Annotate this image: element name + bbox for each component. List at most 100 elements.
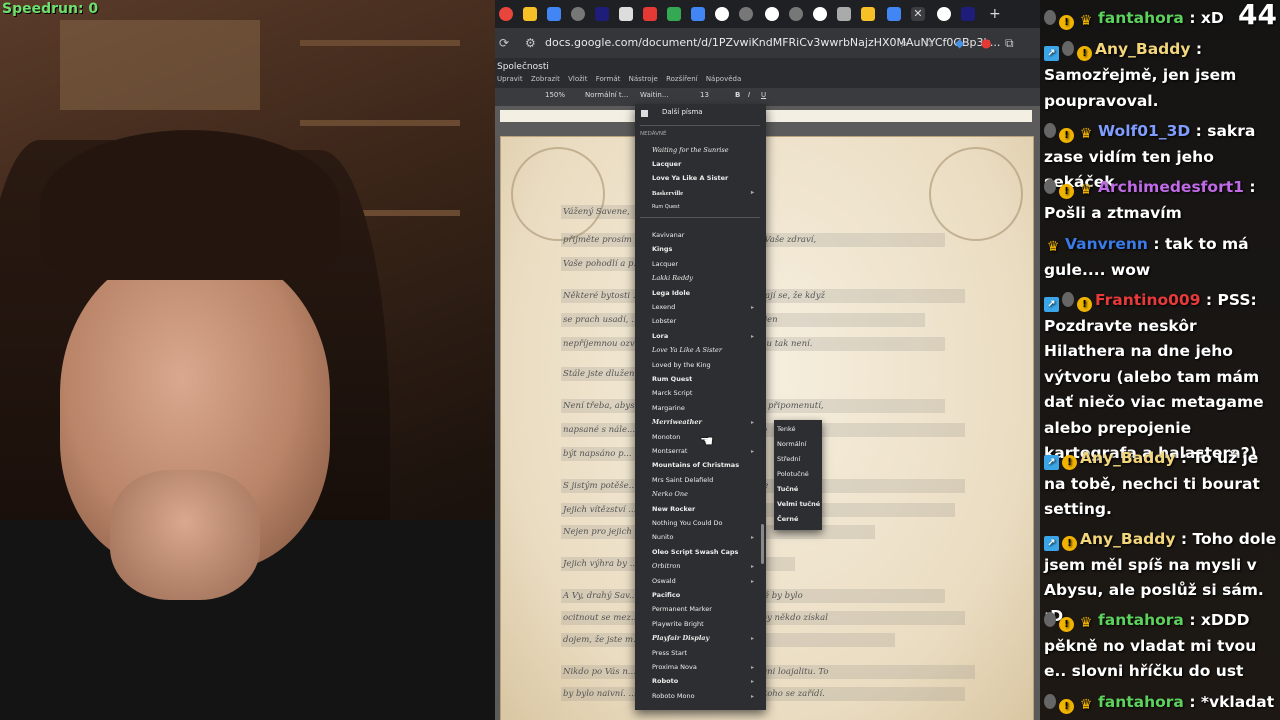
font-item[interactable]: Lobster bbox=[652, 315, 762, 328]
font-item[interactable]: Lexend ▸ bbox=[652, 301, 762, 314]
doc-line[interactable]: Vážený Savene, bbox=[561, 205, 645, 219]
font-item[interactable]: Roboto Mono ▸ bbox=[652, 690, 762, 703]
font-item[interactable]: New Rocker bbox=[652, 503, 762, 516]
chat-username[interactable]: fantahora bbox=[1098, 9, 1184, 27]
font-item[interactable]: Lacquer bbox=[652, 158, 762, 171]
weight-semibold[interactable]: Polotučné bbox=[777, 470, 821, 478]
font-item[interactable]: Kavivanar bbox=[652, 229, 762, 242]
adblock-icon[interactable]: ● bbox=[981, 36, 991, 50]
new-tab-icon[interactable]: + bbox=[989, 7, 1003, 21]
font-item[interactable]: Lacquer bbox=[652, 258, 762, 271]
font-item[interactable]: Love Ya Like A Sister bbox=[652, 344, 762, 357]
menu-help[interactable]: Nápověda bbox=[706, 75, 741, 83]
tab-icon[interactable] bbox=[739, 7, 753, 21]
tab-icon[interactable] bbox=[765, 7, 779, 21]
menu-format[interactable]: Formát bbox=[596, 75, 621, 83]
chat-username[interactable]: fantahora bbox=[1098, 693, 1184, 711]
style-select[interactable]: Normální t... bbox=[585, 91, 628, 99]
tab-icon[interactable] bbox=[961, 7, 975, 21]
font-item[interactable]: Lora ▸ bbox=[652, 330, 762, 343]
menu-scrollbar[interactable] bbox=[761, 524, 764, 564]
font-item[interactable]: Margarine bbox=[652, 402, 762, 415]
font-item[interactable]: Roboto ▸ bbox=[652, 675, 762, 688]
font-item[interactable]: Mountains of Christmas bbox=[652, 459, 762, 472]
font-size-input[interactable]: 13 bbox=[700, 91, 709, 99]
underline-icon[interactable]: U bbox=[761, 91, 766, 99]
chat-username[interactable]: Vanvrenn bbox=[1065, 235, 1148, 253]
bookmark-star-icon[interactable]: ☆ bbox=[923, 36, 934, 50]
font-item[interactable]: Nothing You Could Do bbox=[652, 517, 762, 530]
font-item[interactable]: Press Start bbox=[652, 647, 762, 660]
font-item[interactable]: Pacifico bbox=[652, 589, 762, 602]
menu-edit[interactable]: Upravit bbox=[497, 75, 523, 83]
chat-username[interactable]: Archimedesfort1 bbox=[1098, 178, 1244, 196]
reload-icon[interactable]: ⟳ bbox=[499, 36, 509, 50]
font-item[interactable]: Oswald ▸ bbox=[652, 575, 762, 588]
font-item[interactable]: Loved by the King bbox=[652, 359, 762, 372]
extension-icon[interactable]: ◆ bbox=[955, 36, 964, 50]
tab-icon[interactable] bbox=[523, 7, 537, 21]
tab-icon[interactable] bbox=[643, 7, 657, 21]
font-item[interactable]: Waiting for the Sunrise bbox=[652, 144, 762, 157]
font-item[interactable]: Playfair Display ▸ bbox=[652, 632, 762, 645]
weight-extrabold[interactable]: Velmi tučné bbox=[777, 500, 821, 508]
font-item[interactable]: Lakki Reddy bbox=[652, 272, 762, 285]
site-info-icon[interactable]: ⚙ bbox=[525, 36, 536, 50]
font-item[interactable]: Lega Idole bbox=[652, 287, 762, 300]
weight-medium[interactable]: Střední bbox=[777, 455, 821, 463]
font-item[interactable]: Proxima Nova ▸ bbox=[652, 661, 762, 674]
font-item[interactable]: Kings bbox=[652, 243, 762, 256]
font-item[interactable]: Rum Quest bbox=[652, 201, 762, 214]
font-item[interactable]: Nerko One bbox=[652, 488, 762, 501]
font-item[interactable]: Marck Script bbox=[652, 387, 762, 400]
italic-icon[interactable]: I bbox=[748, 91, 750, 99]
tab-icon[interactable] bbox=[547, 7, 561, 21]
chat-username[interactable]: fantahora bbox=[1098, 611, 1184, 629]
extensions-icon[interactable]: ⧉ bbox=[1005, 36, 1014, 51]
font-item[interactable]: Love Ya Like A Sister bbox=[652, 172, 762, 185]
doc-title[interactable]: Společnosti bbox=[497, 62, 549, 72]
chat-username[interactable]: Any_Baddy bbox=[1095, 40, 1190, 58]
font-item[interactable]: Merriweather ▸ bbox=[652, 416, 762, 429]
doc-line[interactable]: Nikdo po Vás n... kusně. Nikdo po Vás ne… bbox=[561, 665, 975, 679]
tab-icon[interactable] bbox=[861, 7, 875, 21]
chat-username[interactable]: Frantino009 bbox=[1095, 291, 1201, 309]
weight-normal[interactable]: Normální bbox=[777, 440, 821, 448]
tab-icon[interactable] bbox=[619, 7, 633, 21]
zoom-select[interactable]: 150% bbox=[545, 91, 565, 99]
weight-thin[interactable]: Tenké bbox=[777, 425, 821, 433]
zoom-icon[interactable]: ⌕ bbox=[901, 36, 908, 51]
font-item[interactable]: Playwrite Bright bbox=[652, 618, 762, 631]
weight-black[interactable]: Černé bbox=[777, 515, 821, 523]
font-item[interactable]: Oleo Script Swash Caps bbox=[652, 546, 762, 559]
weight-bold[interactable]: Tučné bbox=[777, 485, 821, 493]
tab-icon[interactable] bbox=[595, 7, 609, 21]
tab-icon[interactable] bbox=[667, 7, 681, 21]
document-page[interactable]: Vážený Savene, přijměte prosím ... našeh… bbox=[500, 136, 1034, 720]
menu-view[interactable]: Zobrazit bbox=[531, 75, 560, 83]
menu-tools[interactable]: Nástroje bbox=[629, 75, 658, 83]
font-select[interactable]: Waitin... bbox=[640, 91, 669, 99]
tab-icon[interactable] bbox=[937, 7, 951, 21]
font-item[interactable]: Orbitron ▸ bbox=[652, 560, 762, 573]
tab-icon[interactable] bbox=[571, 7, 585, 21]
chat-username[interactable]: Wolf01_3D bbox=[1098, 122, 1190, 140]
tab-icon[interactable] bbox=[691, 7, 705, 21]
more-fonts-item[interactable]: Další písma bbox=[635, 104, 766, 124]
font-item[interactable]: Nunito ▸ bbox=[652, 531, 762, 544]
tab-icon[interactable] bbox=[715, 7, 729, 21]
tab-icon[interactable] bbox=[887, 7, 901, 21]
font-item[interactable]: Permanent Marker bbox=[652, 603, 762, 616]
menu-extensions[interactable]: Rozšíření bbox=[666, 75, 698, 83]
font-item[interactable]: Rum Quest bbox=[652, 373, 762, 386]
menu-insert[interactable]: Vložit bbox=[568, 75, 587, 83]
doc-line[interactable]: být napsáno p... bbox=[561, 447, 645, 461]
tab-icon[interactable] bbox=[499, 7, 513, 21]
font-item[interactable]: Baskerville ▸ bbox=[652, 187, 762, 200]
doc-line[interactable]: Stále jste dlužen... bbox=[561, 367, 645, 381]
bold-icon[interactable]: B bbox=[735, 91, 740, 99]
active-tab-close-icon[interactable]: ✕ bbox=[911, 7, 925, 21]
chat-username[interactable]: Any_Baddy bbox=[1080, 449, 1175, 467]
tab-icon[interactable] bbox=[837, 7, 851, 21]
doc-line[interactable]: Vaše pohodlí a p... bbox=[561, 257, 645, 271]
